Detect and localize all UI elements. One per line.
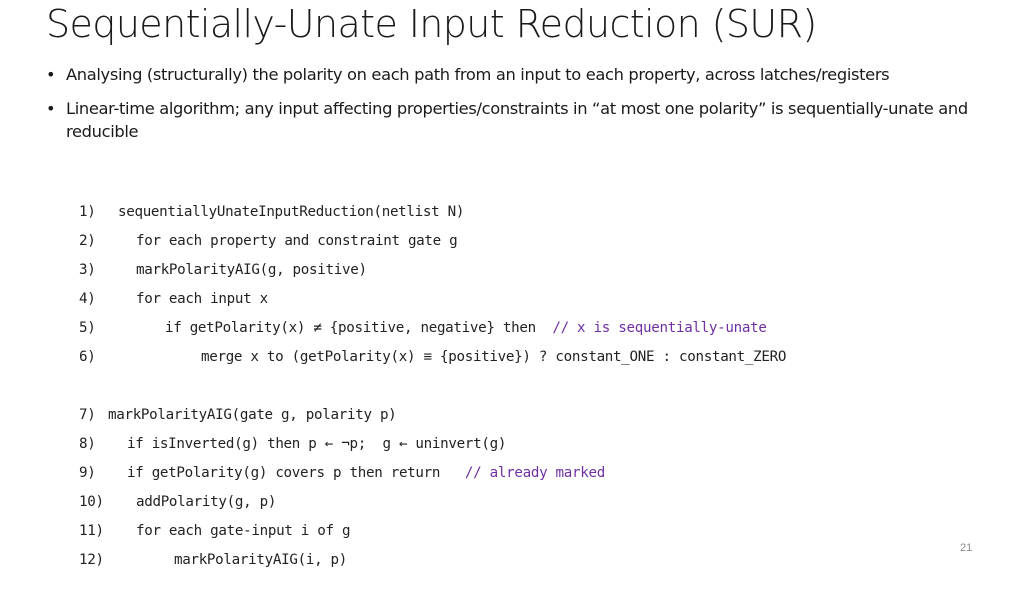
bullet-list: • Analysing (structurally) the polarity … <box>46 63 1006 154</box>
line-number: 12) <box>78 552 104 568</box>
bullet-text: Linear-time algorithm; any input affecti… <box>66 99 968 141</box>
code-line: 8) if isInverted(g) then p ← ¬p; g ← unin… <box>46 414 506 452</box>
code-line: 3) markPolarityAIG(g, positive) <box>46 240 367 278</box>
bullet-text: Analysing (structurally) the polarity on… <box>66 65 890 84</box>
bullet-item: • Linear-time algorithm; any input affec… <box>46 97 1006 143</box>
code-line: 10) addPolarity(g, p) <box>46 472 276 510</box>
code-line: 6) merge x to (getPolarity(x) ≡ {positive… <box>46 327 786 365</box>
line-number: 6) <box>78 349 96 365</box>
code-line: 12) markPolarityAIG(i, p) <box>46 530 347 568</box>
bullet-item: • Analysing (structurally) the polarity … <box>46 63 1006 86</box>
code-line: 1) sequentiallyUnateInputReduction(netlis… <box>46 182 464 220</box>
code-line: 4) for each input x <box>46 269 268 307</box>
code-text: merge x to (getPolarity(x) ≡ {positive})… <box>200 349 787 365</box>
code-comment: // already marked <box>464 465 605 481</box>
slide-title: Sequentially-Unate Input Reduction (SUR) <box>46 2 817 46</box>
code-line: 9) if getPolarity(g) covers p then return… <box>46 443 605 481</box>
code-line: 2) for each property and constraint gate … <box>46 211 458 249</box>
page-number: 21 <box>960 542 973 554</box>
code-line: 7) markPolarityAIG(gate g, polarity p) <box>46 385 397 423</box>
code-text: markPolarityAIG(i, p) <box>173 552 348 568</box>
code-line: 5) if getPolarity(x) ≠ {positive, negativ… <box>46 298 767 336</box>
code-line: 11) for each gate-input i of g <box>46 501 351 539</box>
bullet-dot-icon: • <box>46 99 56 118</box>
bullet-dot-icon: • <box>46 65 56 84</box>
